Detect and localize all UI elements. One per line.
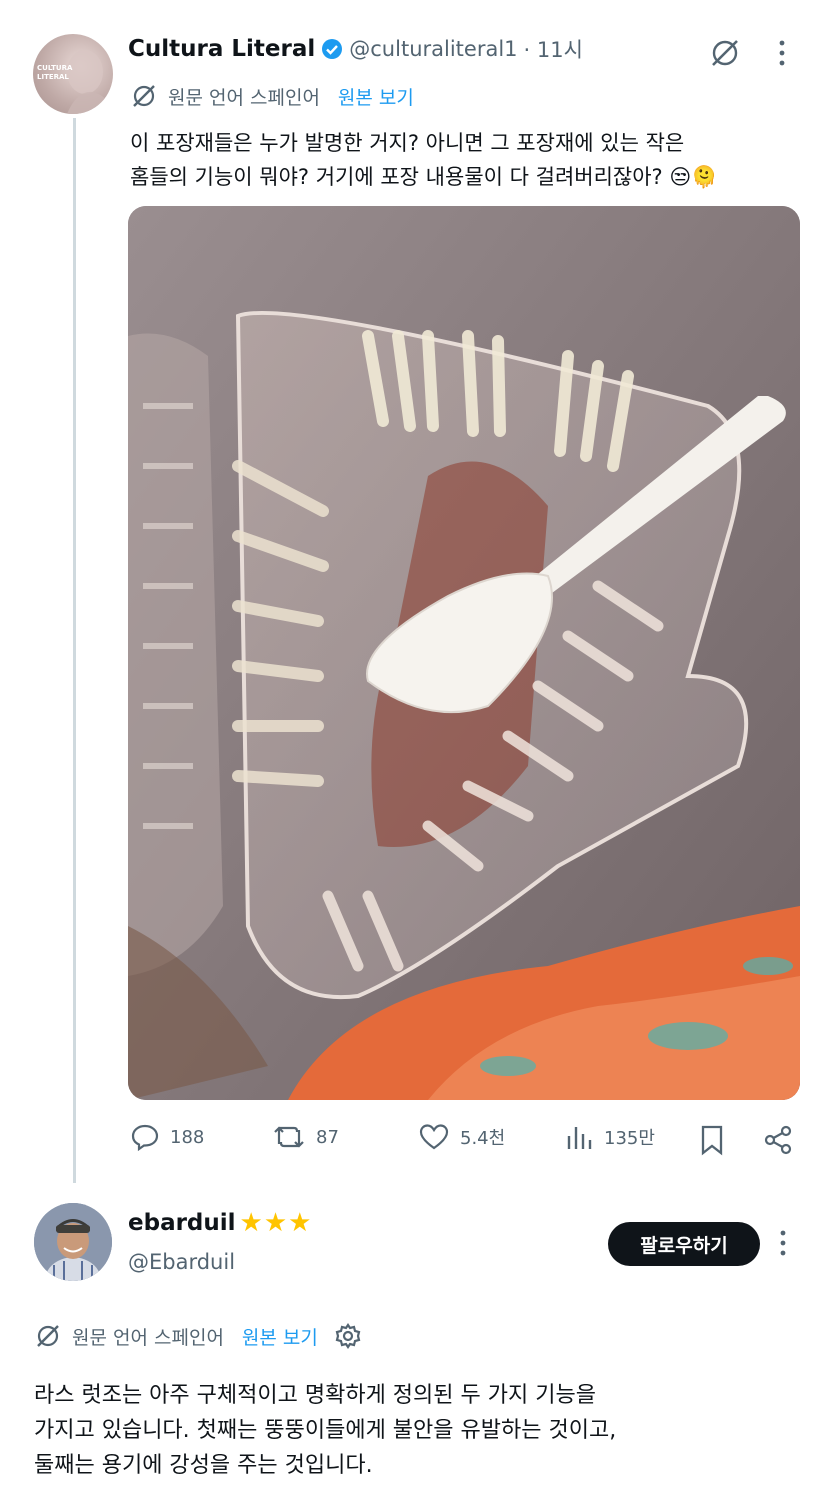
author-name[interactable]: Cultura Literal: [128, 36, 315, 62]
photo-plastic-container: [128, 206, 800, 1100]
repost-button[interactable]: 87: [272, 1122, 339, 1152]
more-icon[interactable]: [772, 38, 792, 68]
view-original-link[interactable]: 원본 보기: [242, 1323, 318, 1350]
views-button[interactable]: 135만: [566, 1122, 655, 1152]
reply-text-line: 가지고 있습니다. 첫째는 뚱뚱이들에게 불안을 유발하는 것이고,: [34, 1418, 617, 1443]
repost-icon: [272, 1122, 306, 1152]
more-icon[interactable]: [773, 1228, 793, 1258]
like-count: 5.4천: [460, 1128, 506, 1149]
reply-icon: [130, 1122, 160, 1152]
reply-text: 라스 럿조는 아주 구체적이고 명확하게 정의된 두 가지 기능을 가지고 있습…: [34, 1378, 794, 1483]
views-count: 135만: [604, 1128, 655, 1149]
reply-translation-bar: 원문 언어 스페인어 원본 보기: [34, 1322, 362, 1350]
views-icon: [566, 1122, 594, 1152]
post-text: 이 포장재들은 누가 발명한 거지? 아니면 그 포장재에 있는 작은 홈들의 …: [130, 126, 800, 194]
author-handle[interactable]: @culturaliteral1: [349, 37, 517, 61]
post-text-line: 이 포장재들은 누가 발명한 거지? 아니면 그 포장재에 있는 작은: [130, 131, 685, 155]
no-translate-icon[interactable]: [708, 36, 742, 70]
person-avatar-icon: [34, 1203, 112, 1281]
like-icon: [418, 1122, 450, 1152]
verified-badge-icon: [321, 38, 343, 60]
reply-text-line: 둘째는 용기에 강성을 주는 것입니다.: [34, 1453, 373, 1478]
view-original-link[interactable]: 원본 보기: [338, 83, 414, 110]
post-header: Cultura Literal @culturaliteral1 · 11시: [128, 34, 583, 64]
reply-text-line: 라스 럿조는 아주 구체적이고 명확하게 정의된 두 가지 기능을: [34, 1383, 596, 1408]
reply-button[interactable]: 188: [130, 1122, 204, 1152]
translation-bar: 원문 언어 스페인어 원본 보기: [130, 82, 414, 110]
reply-author-handle[interactable]: @Ebarduil: [128, 1250, 235, 1274]
star-badges: ★★★: [239, 1208, 313, 1238]
no-translate-icon: [34, 1322, 62, 1350]
share-icon[interactable]: [762, 1124, 794, 1156]
post-time[interactable]: · 11시: [524, 34, 583, 64]
avatar-logo-text: CULTURA LITERAL: [37, 64, 73, 81]
translated-from-label: 원문 언어 스페인어: [168, 86, 320, 109]
no-translate-icon: [130, 82, 158, 110]
repost-count: 87: [316, 1126, 339, 1148]
reply-author-name[interactable]: ebarduil: [128, 1210, 236, 1236]
thread-line: [73, 118, 76, 1183]
like-button[interactable]: 5.4천: [418, 1122, 505, 1152]
gear-icon[interactable]: [334, 1322, 362, 1350]
avatar[interactable]: CULTURA LITERAL: [33, 34, 113, 114]
translated-from-label: 원문 언어 스페인어: [72, 1326, 224, 1349]
post-media-image[interactable]: [128, 206, 800, 1100]
bookmark-icon[interactable]: [698, 1124, 726, 1156]
reply-header: ebarduil ★★★: [128, 1208, 312, 1238]
follow-button[interactable]: 팔로우하기: [608, 1222, 760, 1266]
reply-avatar[interactable]: [34, 1203, 112, 1281]
post-text-line: 홈들의 기능이 뭐야? 거기에 포장 내용물이 다 걸려버리잖아? 😒🫠: [130, 165, 718, 189]
reply-count: 188: [170, 1126, 205, 1148]
